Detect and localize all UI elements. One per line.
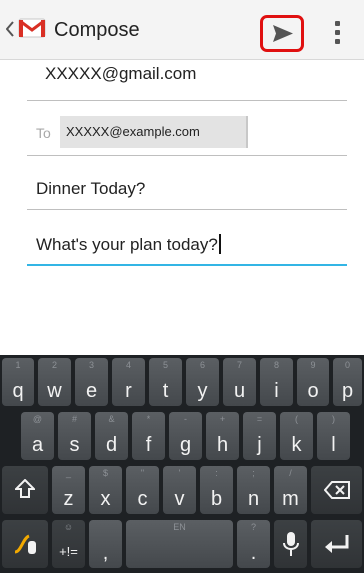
shift-icon [15, 479, 35, 498]
symbols-key[interactable]: ☺ +!= [52, 520, 85, 568]
send-button[interactable] [260, 15, 304, 52]
enter-icon [325, 535, 349, 553]
key-m[interactable]: / m [274, 466, 307, 514]
key-k[interactable]: (k [280, 412, 313, 460]
key-o[interactable]: 9o [297, 358, 329, 406]
key-u[interactable]: 7u [223, 358, 256, 406]
key-comma[interactable]: , [89, 520, 122, 568]
send-icon [273, 25, 293, 42]
key-r[interactable]: 4r [112, 358, 145, 406]
from-account-field[interactable]: XXXXX@gmail.com [45, 64, 196, 84]
key-y[interactable]: 6y [186, 358, 219, 406]
key-w[interactable]: 2w [38, 358, 71, 406]
key-e[interactable]: 3e [75, 358, 108, 406]
key-j[interactable]: = j [243, 412, 276, 460]
voice-input-key[interactable] [274, 520, 307, 568]
key-v[interactable]: ' v [163, 466, 196, 514]
keyboard: 1q 2w 3e 4r 5t 6y 7u 8i 9o 0p @ a # s & d *… [0, 355, 364, 573]
key-a[interactable]: @ a [21, 412, 54, 460]
key-s[interactable]: # s [58, 412, 91, 460]
microphone-icon [283, 532, 299, 556]
key-p[interactable]: 0p [333, 358, 362, 406]
body-field[interactable]: What's your plan today? [36, 234, 221, 255]
key-z[interactable]: _ z [52, 466, 85, 514]
shift-key[interactable] [2, 466, 48, 514]
key-h[interactable]: + h [206, 412, 239, 460]
backspace-key[interactable] [311, 466, 362, 514]
key-c[interactable]: " c [126, 466, 159, 514]
key-x[interactable]: $ x [89, 466, 122, 514]
swype-icon [14, 534, 36, 554]
key-d[interactable]: & d [95, 412, 128, 460]
subject-field[interactable]: Dinner Today? [36, 179, 145, 199]
to-recipient-chip[interactable]: XXXXX@example.com [60, 116, 248, 148]
enter-key[interactable] [311, 520, 362, 568]
space-key[interactable]: EN [126, 520, 233, 568]
key-g[interactable]: -g [169, 412, 202, 460]
body-text: What's your plan today? [36, 235, 218, 254]
key-i[interactable]: 8i [260, 358, 293, 406]
back-caret-icon[interactable] [6, 21, 14, 37]
key-f[interactable]: * f [132, 412, 165, 460]
text-cursor [218, 234, 221, 254]
backspace-icon [324, 481, 350, 499]
key-period[interactable]: ?. [237, 520, 270, 568]
gmail-icon[interactable] [18, 17, 46, 39]
overflow-menu-icon[interactable] [326, 14, 350, 50]
key-n[interactable]: ; n [237, 466, 270, 514]
page-title: Compose [54, 19, 140, 41]
to-label: To [36, 125, 51, 141]
action-bar: Compose [0, 0, 364, 60]
swype-key[interactable] [2, 520, 48, 568]
to-recipient-text: XXXXX@example.com [66, 124, 200, 139]
key-t[interactable]: 5t [149, 358, 182, 406]
key-b[interactable]: :b [200, 466, 233, 514]
key-l[interactable]: ) l [317, 412, 350, 460]
key-q[interactable]: 1q [2, 358, 34, 406]
